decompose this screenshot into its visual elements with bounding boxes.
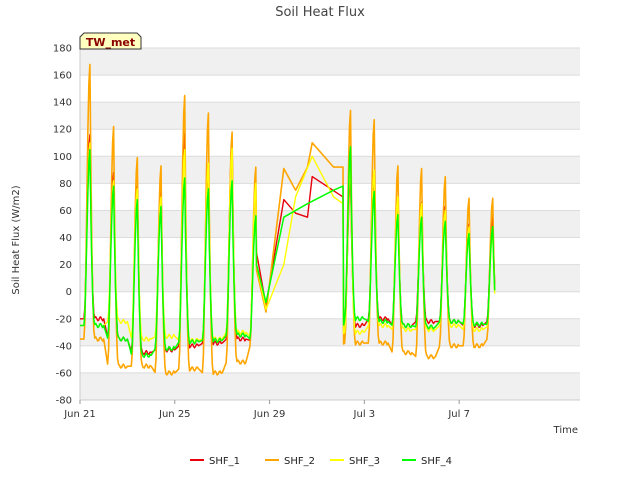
x-tick-label: Jun 29 (253, 409, 286, 420)
x-axis-ticks: Jun 21 Jun 25 Jun 29 Jul 3 Jul 7 (63, 400, 470, 420)
y-tick-label: 40 (59, 233, 72, 244)
y-tick-label: -60 (56, 368, 72, 379)
legend-label-shf-4: SHF_4 (421, 456, 452, 467)
x-tick-label: Jun 25 (158, 409, 191, 420)
legend-label-shf-2: SHF_2 (284, 456, 315, 467)
legend: SHF_1 SHF_2 SHF_3 SHF_4 (190, 456, 452, 467)
y-tick-label: 20 (59, 260, 72, 271)
chart-root: Soil Heat Flux -80 -60 -40 -20 0 20 40 60 80 100 1… (0, 0, 640, 480)
y-tick-label: 160 (53, 71, 72, 82)
y-tick-label: 80 (59, 179, 72, 190)
y-axis-ticks: -80 -60 -40 -20 0 20 40 60 80 100 120 140 160 180 (53, 44, 72, 407)
y-tick-label: 180 (53, 44, 72, 55)
y-tick-label: -80 (56, 396, 72, 407)
legend-label-shf-1: SHF_1 (209, 456, 240, 467)
x-tick-label: Jun 21 (63, 409, 96, 420)
soil-heat-flux-chart: Soil Heat Flux -80 -60 -40 -20 0 20 40 60 80 100 1… (11, 5, 580, 467)
grid-band (80, 156, 580, 184)
grid-band (80, 102, 580, 130)
y-axis-title: Soil Heat Flux (W/m2) (11, 185, 22, 294)
site-tag: TW_met (79, 32, 142, 50)
y-tick-label: -40 (56, 341, 72, 352)
grid-band (80, 48, 580, 76)
site-tag-label: TW_met (86, 36, 135, 49)
y-tick-label: 60 (59, 206, 72, 217)
legend-label-shf-3: SHF_3 (349, 456, 380, 467)
x-tick-label: Jul 3 (353, 409, 376, 420)
x-axis-title: Time (553, 425, 578, 436)
y-tick-label: 100 (53, 152, 72, 163)
grid-band (80, 210, 580, 238)
y-tick-label: 120 (53, 125, 72, 136)
y-tick-label: -20 (56, 314, 72, 325)
grid-band (80, 372, 580, 400)
chart-title: Soil Heat Flux (275, 5, 365, 20)
grid-band (80, 264, 580, 292)
x-tick-label: Jul 7 (447, 409, 470, 420)
y-tick-label: 140 (53, 98, 72, 109)
y-tick-label: 0 (66, 287, 72, 298)
